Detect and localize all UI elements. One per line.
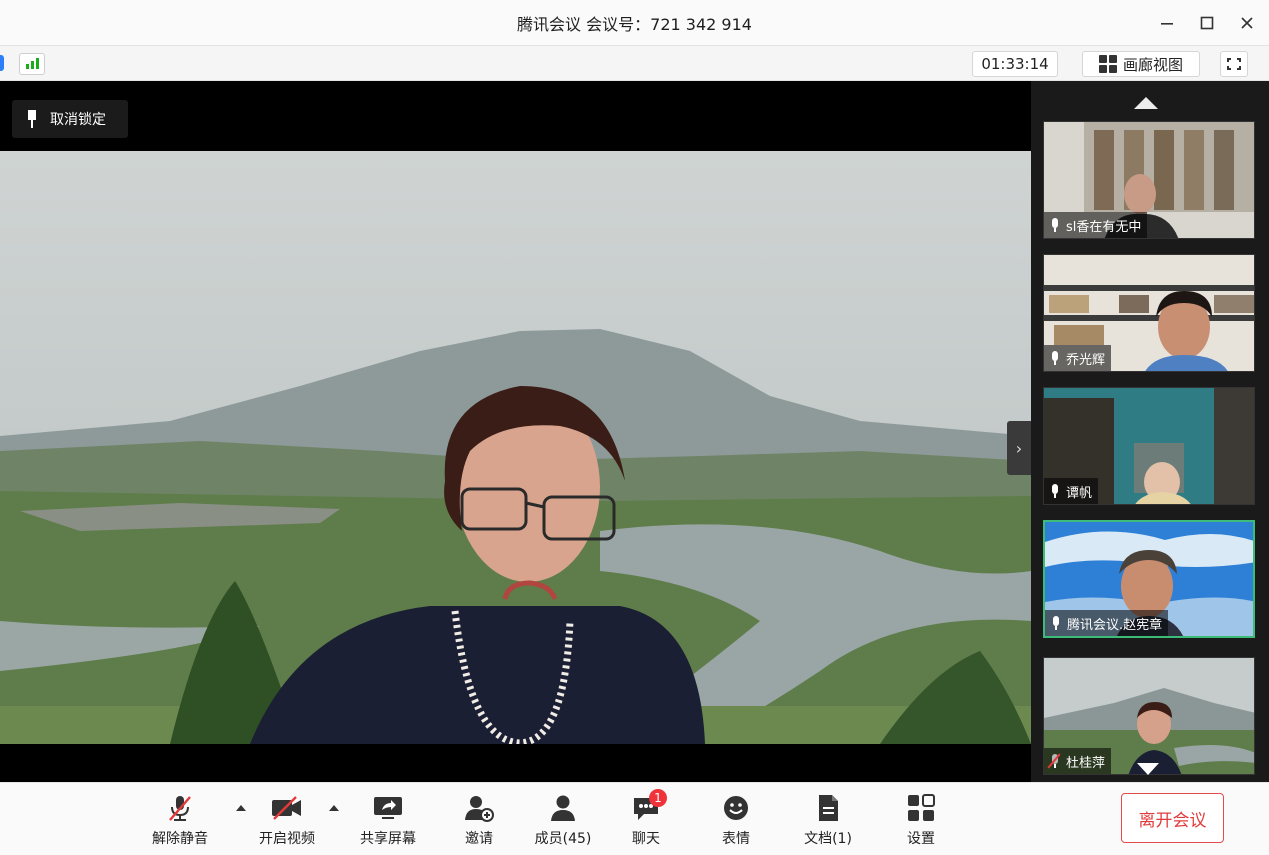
- participant-name-tag: 谭帆: [1044, 478, 1099, 504]
- meeting-info-bar: 01:33:14 画廊视图: [0, 45, 1269, 81]
- microphone-icon: [1050, 218, 1060, 232]
- settings-grid-icon: [904, 793, 938, 823]
- participant-name-tag: 杜桂萍: [1044, 748, 1112, 774]
- title-bar: 腾讯会议 会议号：721 342 914: [0, 0, 1269, 45]
- share-screen-icon: [371, 793, 405, 823]
- unpin-label: 取消锁定: [50, 112, 106, 128]
- documents-label: 文档(1): [804, 831, 852, 847]
- scroll-down-icon[interactable]: [1137, 763, 1159, 775]
- reactions-button[interactable]: 表情: [716, 793, 756, 849]
- invite-label: 邀请: [465, 831, 493, 847]
- participant-name-tag: 腾讯会议.赵宪章: [1045, 610, 1169, 636]
- fullscreen-button[interactable]: [1220, 51, 1248, 77]
- unpin-button[interactable]: 取消锁定: [12, 100, 128, 138]
- participants-panel: sl香在有无中 乔光辉 谭帆 腾讯会议.赵宪章 杜桂萍: [1031, 81, 1269, 782]
- add-user-icon: [462, 793, 496, 823]
- gallery-view-button[interactable]: 画廊视图: [1082, 51, 1200, 77]
- camera-off-icon: [270, 793, 304, 823]
- microphone-muted-icon: [163, 793, 197, 823]
- fullscreen-icon: [1227, 58, 1241, 70]
- microphone-icon: [1051, 616, 1061, 630]
- members-button[interactable]: 成员(45): [532, 793, 594, 849]
- chat-button[interactable]: 1 聊天: [626, 789, 667, 849]
- reactions-label: 表情: [722, 831, 750, 847]
- grid-icon: [1098, 55, 1117, 73]
- share-screen-label: 共享屏幕: [360, 831, 416, 847]
- scroll-up-icon[interactable]: [1134, 97, 1158, 109]
- signal-bars-icon[interactable]: [19, 53, 45, 75]
- main-video-area: 取消锁定 ›: [0, 81, 1031, 782]
- close-icon[interactable]: [1228, 0, 1266, 45]
- meeting-toolbar: 解除静音 开启视频 共享屏幕 邀请 成员(45) 1 聊天 表情 文档(1) 设…: [0, 782, 1269, 855]
- settings-label: 设置: [907, 831, 935, 847]
- chat-icon: 1: [629, 789, 667, 823]
- speaker-video: [0, 151, 1031, 744]
- collapse-panel-button[interactable]: ›: [1007, 421, 1031, 475]
- microphone-icon: [1050, 484, 1060, 498]
- microphone-icon: [1050, 351, 1060, 365]
- settings-button[interactable]: 设置: [901, 793, 941, 849]
- landscape-scene: [0, 151, 1031, 744]
- minimize-icon[interactable]: [1148, 0, 1186, 45]
- microphone-muted-icon: [1047, 753, 1061, 769]
- security-shield-icon[interactable]: [0, 55, 4, 71]
- smile-icon: [719, 793, 753, 823]
- start-video-button[interactable]: 开启视频: [255, 793, 319, 849]
- document-icon: [811, 793, 845, 823]
- maximize-icon[interactable]: [1188, 0, 1226, 45]
- share-screen-button[interactable]: 共享屏幕: [356, 793, 420, 849]
- unmute-button[interactable]: 解除静音: [148, 793, 212, 849]
- chevron-right-icon: ›: [1015, 438, 1023, 458]
- participant-tile[interactable]: 乔光辉: [1043, 254, 1255, 372]
- participant-tile[interactable]: 杜桂萍: [1043, 657, 1255, 775]
- gallery-view-label: 画廊视图: [1122, 55, 1183, 74]
- documents-button[interactable]: 文档(1): [799, 793, 857, 849]
- participant-name: 乔光辉: [1066, 352, 1106, 368]
- leave-meeting-button[interactable]: 离开会议: [1121, 793, 1224, 843]
- participant-name: sl香在有无中: [1066, 219, 1142, 235]
- invite-button[interactable]: 邀请: [456, 793, 502, 849]
- participant-name-tag: sl香在有无中: [1044, 212, 1148, 238]
- caret-up-icon[interactable]: [236, 805, 246, 811]
- participant-tile[interactable]: sl香在有无中: [1043, 121, 1255, 239]
- chat-unread-badge: 1: [649, 789, 667, 807]
- participant-name: 杜桂萍: [1066, 755, 1106, 771]
- participant-tile[interactable]: 谭帆: [1043, 387, 1255, 505]
- caret-up-icon[interactable]: [329, 805, 339, 811]
- chat-label: 聊天: [632, 831, 660, 847]
- pin-icon: [26, 110, 38, 128]
- participant-name-tag: 乔光辉: [1044, 345, 1112, 371]
- meeting-timer: 01:33:14: [972, 51, 1058, 77]
- members-icon: [546, 793, 580, 823]
- participant-tile-active[interactable]: 腾讯会议.赵宪章: [1043, 520, 1255, 638]
- start-video-label: 开启视频: [259, 831, 315, 847]
- participant-name: 腾讯会议.赵宪章: [1067, 617, 1163, 633]
- unmute-label: 解除静音: [152, 831, 208, 847]
- participant-name: 谭帆: [1066, 485, 1093, 501]
- window-title: 腾讯会议 会议号：721 342 914: [517, 14, 752, 34]
- members-label: 成员(45): [534, 831, 592, 847]
